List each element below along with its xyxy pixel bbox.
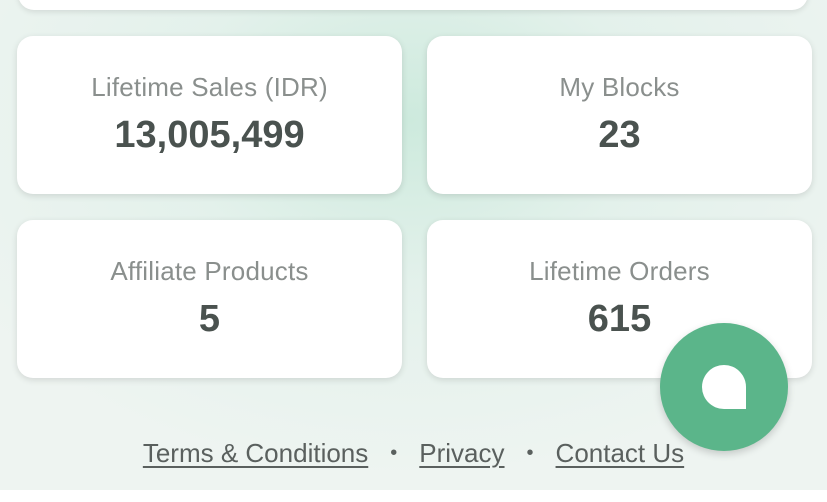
affiliate-products-card[interactable]: Affiliate Products 5 <box>17 220 402 378</box>
lifetime-orders-label: Lifetime Orders <box>529 256 710 286</box>
lifetime-sales-value: 13,005,499 <box>114 114 305 156</box>
lifetime-sales-card[interactable]: Lifetime Sales (IDR) 13,005,499 <box>17 36 402 194</box>
footer-separator: • <box>526 442 534 464</box>
bottom-bar <box>0 490 827 502</box>
affiliate-products-label: Affiliate Products <box>110 256 309 286</box>
footer-separator: • <box>390 442 398 464</box>
terms-link[interactable]: Terms & Conditions <box>143 438 368 468</box>
lifetime-sales-label: Lifetime Sales (IDR) <box>91 72 328 102</box>
chat-bubble-icon <box>702 365 746 409</box>
affiliate-products-value: 5 <box>198 298 221 340</box>
my-blocks-label: My Blocks <box>559 72 680 102</box>
previous-card <box>18 0 808 10</box>
contact-us-link[interactable]: Contact Us <box>556 438 685 468</box>
chat-button[interactable] <box>660 323 788 451</box>
my-blocks-value: 23 <box>598 114 641 156</box>
privacy-link[interactable]: Privacy <box>419 438 504 468</box>
my-blocks-card[interactable]: My Blocks 23 <box>427 36 812 194</box>
